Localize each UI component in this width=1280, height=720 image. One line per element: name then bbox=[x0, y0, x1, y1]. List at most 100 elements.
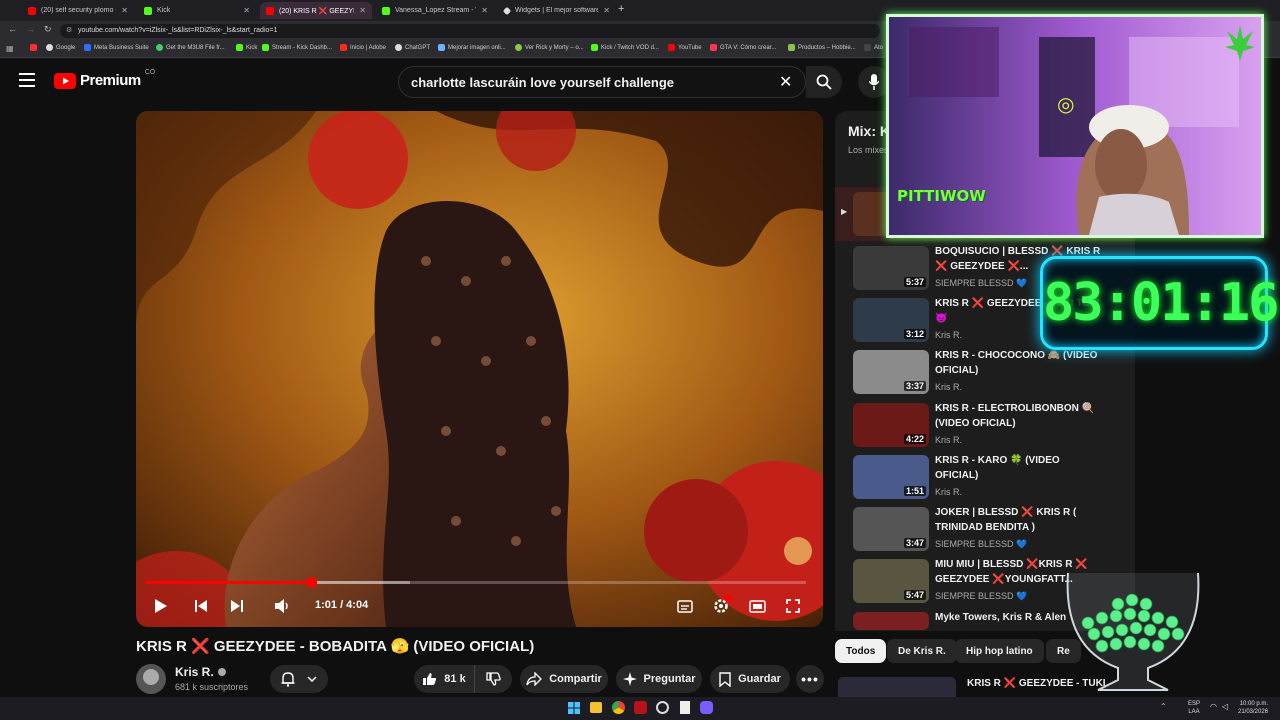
sparkle-icon bbox=[622, 672, 637, 686]
clear-search-icon[interactable]: ✕ bbox=[779, 72, 792, 92]
playlist-item-thumbnail[interactable]: 3:12 bbox=[853, 298, 929, 342]
apps-icon[interactable]: ▦ bbox=[6, 44, 14, 53]
playlist-item[interactable]: 4:22 KRIS R - ELECTROLIBONBON 🍭 (VIDEO OF… bbox=[853, 403, 1113, 453]
bookmark[interactable]: ChatGPT bbox=[395, 44, 430, 51]
playlist-item-channel: Kris R. bbox=[935, 487, 962, 497]
more-actions-button[interactable]: ••• bbox=[796, 665, 824, 693]
address-bar[interactable]: ⚙ youtube.com/watch?v=iZlsix-_ls&list=RD… bbox=[60, 24, 880, 38]
subtitles-button[interactable] bbox=[675, 597, 695, 615]
search-input[interactable]: charlotte lascuráin love yourself challe… bbox=[411, 75, 674, 90]
close-tab-icon[interactable]: ✕ bbox=[603, 6, 610, 15]
adobe-icon bbox=[340, 44, 347, 51]
playlist-item-channel: SIEMPRE BLESSD 💙 bbox=[935, 278, 1028, 288]
settings-button[interactable] bbox=[711, 595, 732, 615]
playlist-item-title[interactable]: KRIS R - ELECTROLIBONBON 🍭 (VIDEO OFICIA… bbox=[935, 401, 1105, 431]
bookmark[interactable]: Google bbox=[46, 44, 75, 51]
search-box[interactable]: charlotte lascuráin love yourself challe… bbox=[398, 66, 806, 98]
dislike-button[interactable] bbox=[474, 665, 512, 693]
close-tab-icon[interactable]: ✕ bbox=[359, 6, 366, 15]
browser-tab[interactable]: Vanessa_Lopez Stream - Watch ✕ bbox=[376, 2, 494, 19]
bookmark[interactable]: Ato bbox=[864, 44, 883, 51]
share-button[interactable]: Compartir bbox=[520, 665, 608, 693]
close-tab-icon[interactable]: ✕ bbox=[481, 6, 488, 15]
channel-name[interactable]: Kris R. bbox=[175, 665, 226, 679]
bookmark[interactable]: Ver Rick y Morty – o... bbox=[515, 44, 584, 51]
bookmark[interactable]: Productos – Hobbie... bbox=[788, 44, 856, 51]
bookmark[interactable]: Inicio | Adobe bbox=[340, 44, 386, 51]
close-tab-icon[interactable]: ✕ bbox=[121, 6, 128, 15]
reload-icon[interactable]: ↻ bbox=[44, 24, 52, 35]
save-button[interactable]: Guardar bbox=[710, 665, 790, 693]
like-button[interactable]: 81 k bbox=[414, 665, 474, 693]
chrome-icon[interactable] bbox=[612, 701, 625, 714]
bookmark[interactable] bbox=[30, 44, 37, 51]
adobe-icon[interactable] bbox=[634, 701, 647, 714]
bookmark[interactable]: Stream - Kick Dashb... bbox=[262, 44, 332, 51]
bookmark[interactable]: YouTube bbox=[668, 44, 702, 51]
obs-icon[interactable] bbox=[656, 701, 669, 714]
windows-start-icon[interactable] bbox=[568, 702, 580, 714]
playlist-item-title[interactable]: KRIS R - CHOCOCONO 🙈 (VIDEO OFICIAL) bbox=[935, 348, 1105, 378]
browser-tab-active[interactable]: (20) KRIS R ❌ GEEZYDEE - BO ✕ bbox=[260, 2, 372, 19]
notifications-button[interactable] bbox=[270, 665, 328, 693]
play-button[interactable] bbox=[152, 597, 170, 615]
search-button[interactable] bbox=[806, 66, 842, 98]
back-icon[interactable]: ← bbox=[8, 24, 17, 34]
browser-tab[interactable]: Kick ✕ bbox=[138, 2, 256, 19]
playlist-item-thumbnail[interactable]: 5:37 bbox=[853, 246, 929, 290]
bell-icon bbox=[281, 672, 295, 687]
tray-chevron-icon[interactable]: ⌃ bbox=[1160, 702, 1167, 711]
bookmark-icon bbox=[515, 44, 522, 51]
discord-icon[interactable] bbox=[700, 701, 713, 714]
document-icon[interactable] bbox=[680, 701, 690, 714]
theater-mode-button[interactable] bbox=[747, 597, 767, 615]
site-info-icon[interactable]: ⚙ bbox=[66, 24, 72, 38]
wifi-icon[interactable]: ◠ bbox=[1210, 702, 1217, 711]
clock[interactable]: 10:00 p.m. 21/03/2026 bbox=[1238, 700, 1268, 716]
bookmark[interactable]: Kick bbox=[236, 44, 257, 51]
volume-button[interactable] bbox=[272, 597, 292, 615]
playlist-item[interactable]: 3:47 JOKER | BLESSD ❌ KRIS R ( TRINIDAD B… bbox=[853, 507, 1113, 557]
share-icon bbox=[526, 672, 543, 686]
ask-button[interactable]: Preguntar bbox=[616, 665, 702, 693]
next-button[interactable] bbox=[228, 597, 246, 615]
playlist-item-thumbnail[interactable]: 3:47 bbox=[853, 507, 929, 551]
playlist-item[interactable]: 1:51 KRIS R - KARO 🍀 (VIDEO OFICIAL) Kris … bbox=[853, 455, 1113, 505]
next-video-thumbnail[interactable] bbox=[838, 677, 956, 697]
new-tab-button[interactable]: + bbox=[618, 3, 624, 15]
playlist-item-channel: Kris R. bbox=[935, 435, 962, 445]
progress-bar[interactable] bbox=[146, 577, 806, 588]
chip-all[interactable]: Todos bbox=[835, 639, 887, 663]
playlist-item-thumbnail[interactable]: 5:47 bbox=[853, 559, 929, 603]
browser-tab[interactable]: Widgets | El mejor software pa ✕ bbox=[498, 2, 616, 19]
bookmark[interactable]: Get the M3U8 File fr... bbox=[156, 44, 225, 51]
progress-scrubber[interactable] bbox=[306, 577, 317, 588]
chip-hip-hop[interactable]: Hip hop latino bbox=[955, 639, 1044, 663]
youtube-logo[interactable]: Premium CO bbox=[54, 69, 155, 89]
playlist-item-thumbnail[interactable]: 4:22 bbox=[853, 403, 929, 447]
playlist-item-thumbnail[interactable]: 1:51 bbox=[853, 455, 929, 499]
bookmark[interactable]: Meta Business Suite bbox=[84, 44, 149, 51]
chevron-down-icon bbox=[307, 676, 317, 682]
playlist-item-title[interactable]: KRIS R - KARO 🍀 (VIDEO OFICIAL) bbox=[935, 453, 1105, 483]
youtube-play-logo-icon bbox=[54, 72, 76, 89]
bookmark[interactable]: GTA V: Cómo crear... bbox=[710, 44, 776, 51]
playlist-item-thumbnail[interactable] bbox=[853, 612, 929, 630]
file-explorer-icon[interactable] bbox=[590, 702, 602, 713]
playlist-item-thumbnail[interactable]: 3:37 bbox=[853, 350, 929, 394]
channel-avatar[interactable] bbox=[136, 664, 166, 694]
close-tab-icon[interactable]: ✕ bbox=[243, 6, 250, 15]
video-player[interactable] bbox=[136, 111, 823, 627]
browser-tab[interactable]: (20) self security plomo - YouTub ✕ bbox=[22, 2, 134, 19]
playlist-item-title[interactable]: JOKER | BLESSD ❌ KRIS R ( TRINIDAD BENDI… bbox=[935, 505, 1105, 535]
chip-channel[interactable]: De Kris R. bbox=[887, 639, 957, 663]
speaker-icon[interactable]: ◁ bbox=[1222, 702, 1228, 711]
playlist-item[interactable]: 3:37 KRIS R - CHOCOCONO 🙈 (VIDEO OFICIAL)… bbox=[853, 350, 1113, 400]
fullscreen-button[interactable] bbox=[783, 597, 803, 615]
bookmark[interactable]: Mejorar imagen onli... bbox=[438, 44, 506, 51]
bookmark[interactable]: Kick / Twitch VOD d... bbox=[591, 44, 659, 51]
language-indicator[interactable]: ESP LAA bbox=[1188, 700, 1200, 716]
menu-icon[interactable] bbox=[19, 73, 35, 87]
forward-icon[interactable]: → bbox=[26, 24, 35, 34]
previous-button[interactable] bbox=[192, 597, 210, 615]
